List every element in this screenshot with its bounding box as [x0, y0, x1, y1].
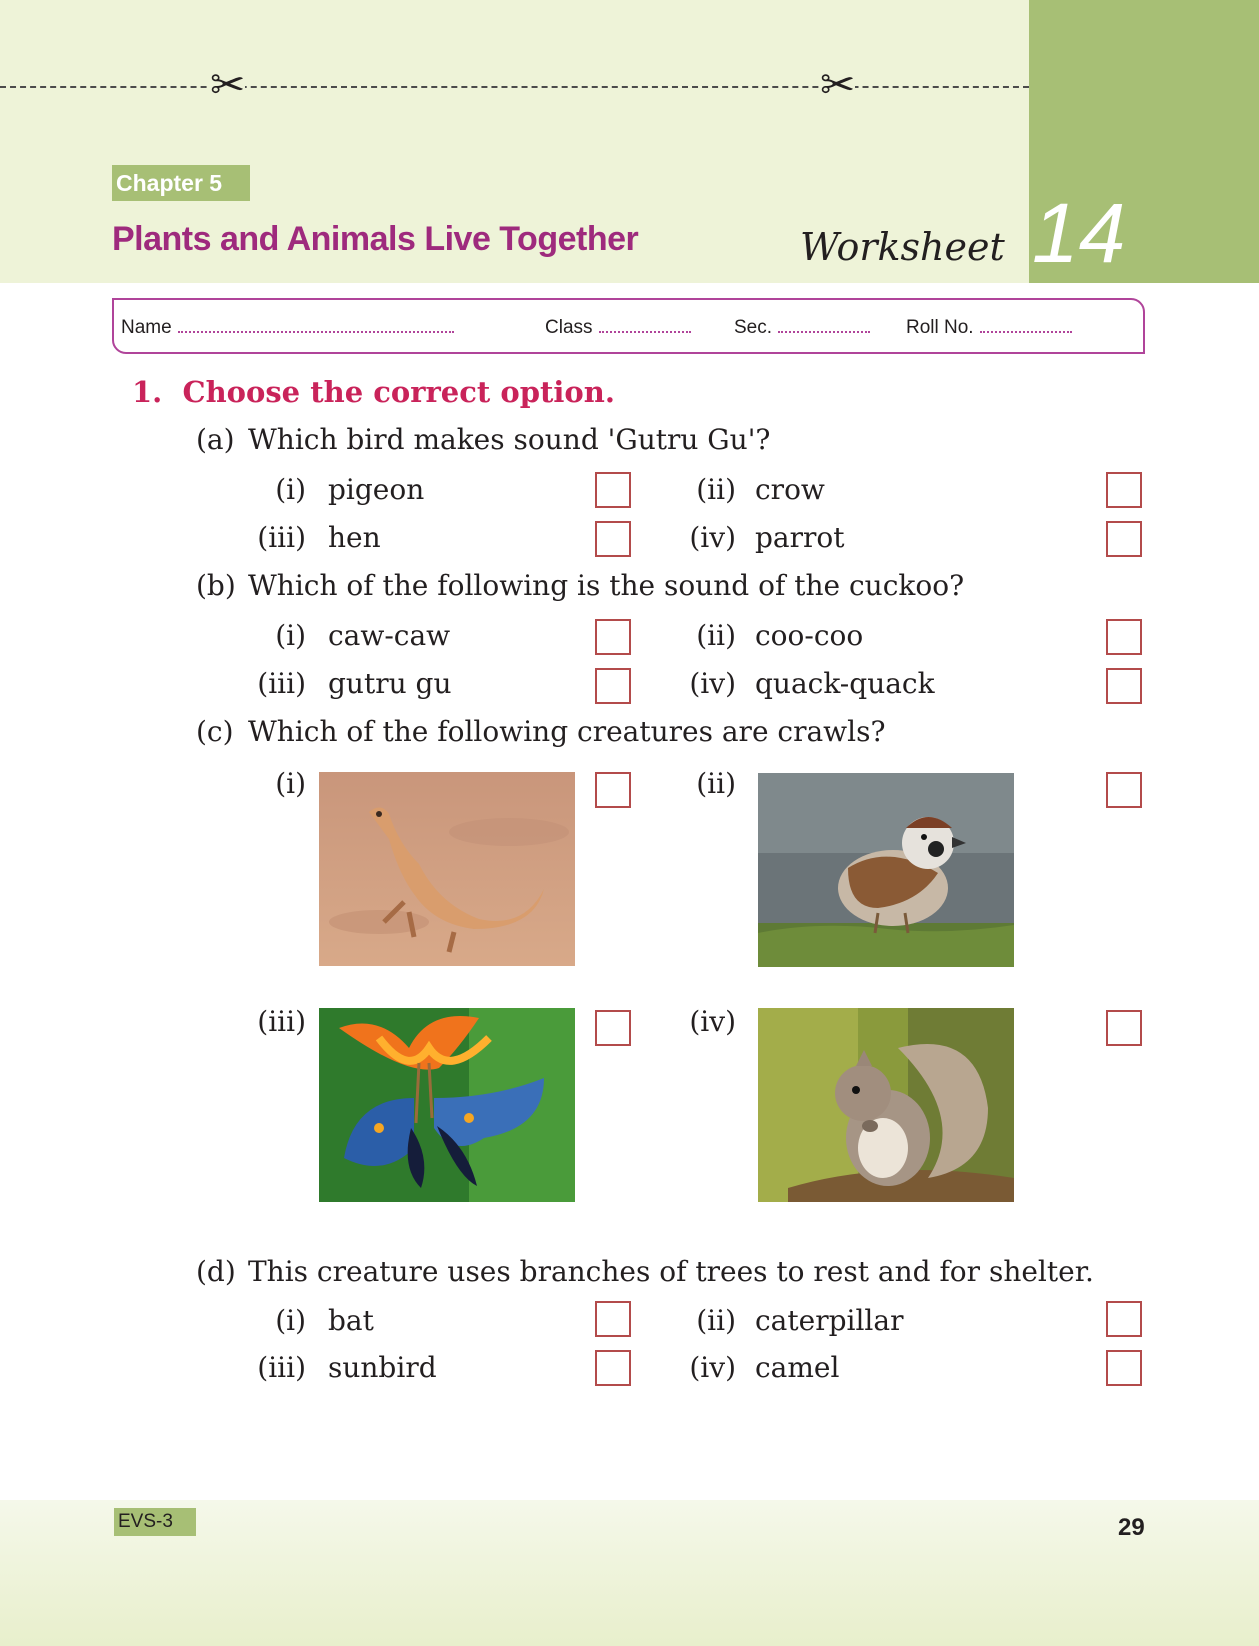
chapter-title: Plants and Animals Live Together [112, 220, 639, 258]
option-number: (ii) [696, 619, 736, 652]
butterflies-image [319, 1008, 575, 1202]
answer-checkbox[interactable] [1106, 772, 1142, 808]
option-text: crow [755, 473, 825, 506]
question-b: (b) Which of the following is the sound o… [196, 569, 965, 602]
answer-checkbox[interactable] [1106, 472, 1142, 508]
option-number: (iv) [689, 521, 736, 554]
book-label: EVS-3 [114, 1508, 196, 1536]
squirrel-image [758, 1008, 1014, 1202]
option-number: (iii) [257, 521, 306, 554]
scissors-icon: ✂ [210, 60, 246, 109]
option-number: (iii) [257, 1351, 306, 1384]
option-number: (i) [275, 619, 306, 652]
answer-checkbox[interactable] [1106, 1301, 1142, 1337]
option-number: (iv) [689, 667, 736, 700]
option-number: (iii) [257, 1005, 306, 1038]
option-text: caw-caw [328, 619, 451, 652]
scissors-icon: ✂ [820, 60, 856, 109]
option-number: (ii) [696, 1304, 736, 1337]
answer-checkbox[interactable] [595, 1301, 631, 1337]
option-text: sunbird [328, 1351, 437, 1384]
option-text: gutru gu [328, 667, 452, 700]
option-text: caterpillar [755, 1304, 904, 1337]
option-number: (ii) [696, 767, 736, 800]
option-number: (i) [275, 473, 306, 506]
answer-checkbox[interactable] [595, 668, 631, 704]
student-details-box: Name Class Sec. Roll No. [112, 298, 1145, 354]
section-heading: 1. Choose the correct option. [132, 375, 615, 409]
class-field[interactable]: Class [545, 317, 691, 339]
option-text: parrot [755, 521, 845, 554]
option-number: (ii) [696, 473, 736, 506]
answer-checkbox[interactable] [595, 472, 631, 508]
roll-no-field[interactable]: Roll No. [906, 317, 1072, 339]
option-text: quack-quack [755, 667, 935, 700]
option-text: bat [328, 1304, 374, 1337]
option-number: (iv) [689, 1005, 736, 1038]
sec-field[interactable]: Sec. [734, 317, 871, 339]
option-number: (iii) [257, 667, 306, 700]
worksheet-number: 14 [1032, 186, 1126, 280]
option-text: pigeon [328, 473, 425, 506]
question-c: (c) Which of the following creatures are … [196, 715, 886, 748]
answer-checkbox[interactable] [595, 1010, 631, 1046]
option-text: hen [328, 521, 381, 554]
lizard-image [319, 772, 575, 966]
answer-checkbox[interactable] [1106, 1010, 1142, 1046]
answer-checkbox[interactable] [595, 619, 631, 655]
question-a: (a) Which bird makes sound 'Gutru Gu'? [196, 423, 771, 456]
option-text: coo-coo [755, 619, 864, 652]
option-number: (iv) [689, 1351, 736, 1384]
name-field[interactable]: Name [121, 317, 454, 339]
option-number: (i) [275, 1304, 306, 1337]
option-text: camel [755, 1351, 840, 1384]
answer-checkbox[interactable] [1106, 668, 1142, 704]
answer-checkbox[interactable] [595, 521, 631, 557]
chapter-label: Chapter 5 [112, 165, 250, 201]
answer-checkbox[interactable] [1106, 619, 1142, 655]
answer-checkbox[interactable] [595, 772, 631, 808]
answer-checkbox[interactable] [1106, 1350, 1142, 1386]
answer-checkbox[interactable] [1106, 521, 1142, 557]
option-number: (i) [275, 767, 306, 800]
question-d: (d) This creature uses branches of trees … [196, 1255, 1094, 1288]
cut-line [0, 86, 1029, 88]
worksheet-word: Worksheet [800, 225, 1005, 269]
sparrow-image [758, 773, 1014, 967]
answer-checkbox[interactable] [595, 1350, 631, 1386]
page-number: 29 [1118, 1514, 1145, 1541]
